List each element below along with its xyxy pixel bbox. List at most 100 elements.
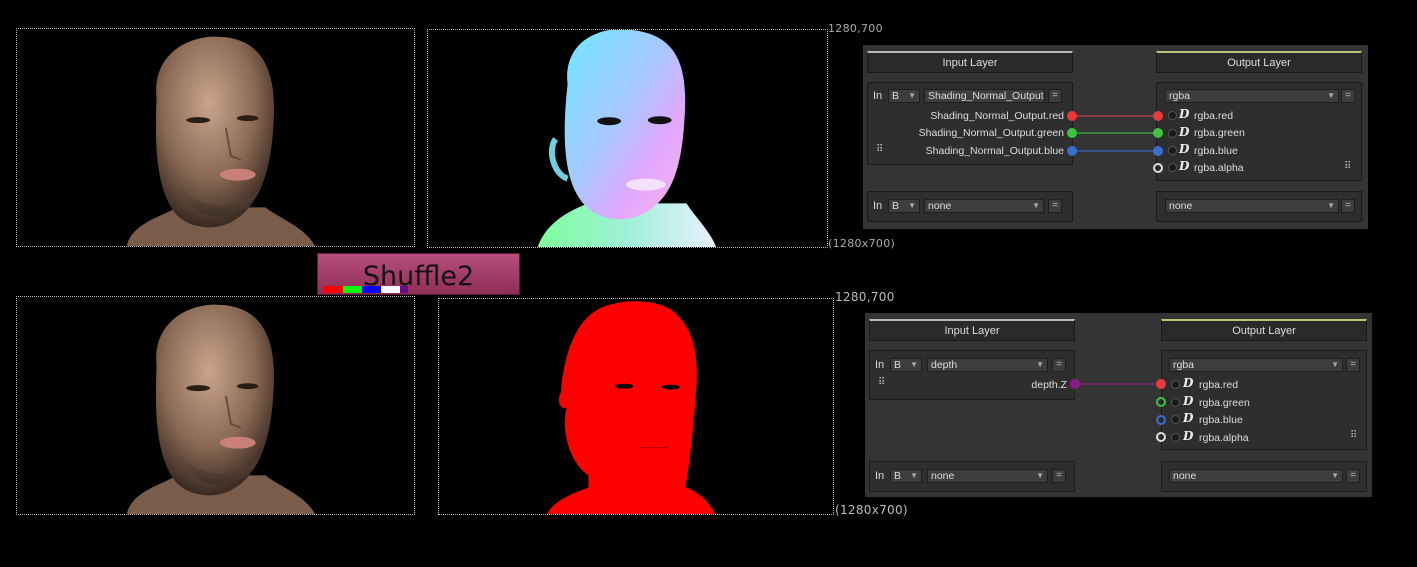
chevron-down-icon: ▼: [1331, 360, 1339, 369]
input-layer-eq-button-2[interactable]: =: [1052, 469, 1066, 483]
in-label: In: [873, 200, 883, 212]
output-layer-value: none: [1173, 470, 1197, 482]
input-channel-red: Shading_Normal_Output.red: [930, 110, 1064, 122]
in-label: In: [873, 90, 883, 102]
b-option-label: B: [892, 90, 900, 102]
swatch-white: [381, 286, 400, 293]
input-b-select-2[interactable]: B ▼: [890, 469, 922, 483]
input-layer-eq-button[interactable]: =: [1048, 89, 1062, 103]
d-channel-icon: D: [1179, 159, 1190, 173]
result-viewer-top[interactable]: [427, 29, 828, 248]
d-channel-icon: D: [1183, 376, 1194, 390]
input-b-select[interactable]: B ▼: [890, 358, 922, 372]
swatch-blue: [362, 286, 381, 293]
viewer-size-label-top: 1280,700: [828, 22, 883, 35]
grip-icon[interactable]: ⠿: [1350, 430, 1357, 441]
in-label: In: [875, 359, 885, 371]
shuffle-panel-top: Input Layer Output Layer In B ▼ Shading_N…: [863, 45, 1368, 229]
d-channel-icon: D: [1183, 429, 1194, 443]
chevron-down-icon: ▼: [1327, 201, 1335, 210]
output-channel-red: rgba.red: [1199, 379, 1239, 391]
grip-icon[interactable]: ⠿: [876, 144, 883, 155]
source-viewer-bottom[interactable]: [16, 296, 415, 515]
grip-icon[interactable]: ⠿: [878, 377, 885, 388]
input-layer-value: depth: [931, 359, 958, 371]
depth-pass-image: [546, 301, 716, 514]
output-channel-alpha: rgba.alpha: [1199, 432, 1249, 444]
input-channel-depth: depth.Z: [1031, 379, 1067, 391]
output-layer-header: Output Layer: [1156, 51, 1362, 73]
chevron-down-icon: ▼: [1331, 471, 1339, 480]
b-option-label: B: [894, 359, 902, 371]
output-layer-select[interactable]: rgba ▼: [1169, 358, 1343, 372]
channel-toggle-dot[interactable]: [1168, 111, 1177, 120]
head-photo-image: [126, 36, 316, 246]
grip-icon[interactable]: ⠿: [1344, 161, 1351, 172]
chevron-down-icon: ▼: [1036, 471, 1044, 480]
input-layer-select[interactable]: Shading_Normal_Output: [924, 89, 1045, 103]
input-layer-select[interactable]: depth ▼: [927, 358, 1048, 372]
input-layer-value: Shading_Normal_Output: [928, 90, 1044, 102]
input-layer-select-2[interactable]: none ▼: [924, 199, 1044, 213]
output-channel-red: rgba.red: [1194, 110, 1234, 122]
result-viewer-bottom[interactable]: [438, 298, 834, 515]
chevron-down-icon: ▼: [910, 360, 918, 369]
channel-toggle-dot[interactable]: [1168, 129, 1177, 138]
viewer-format-label-top: (1280x700): [828, 237, 896, 250]
output-channel-blue: rgba.blue: [1199, 414, 1243, 426]
input-layer-eq-button[interactable]: =: [1052, 358, 1066, 372]
d-channel-icon: D: [1179, 142, 1190, 156]
d-channel-icon: D: [1179, 107, 1190, 121]
output-layer-select-2[interactable]: none ▼: [1169, 469, 1343, 483]
b-option-label: B: [894, 470, 902, 482]
input-channel-green: Shading_Normal_Output.green: [918, 127, 1064, 139]
chevron-down-icon: ▼: [910, 471, 918, 480]
input-layer-header: Input Layer: [867, 51, 1073, 73]
swatch-red: [324, 286, 343, 293]
swatch-green: [343, 286, 362, 293]
input-b-select[interactable]: B ▼: [888, 89, 920, 103]
input-layer-value: none: [928, 200, 952, 212]
d-channel-icon: D: [1183, 411, 1194, 425]
source-viewer-top[interactable]: [16, 28, 415, 247]
chevron-down-icon: ▼: [908, 201, 916, 210]
output-channel-blue: rgba.blue: [1194, 145, 1238, 157]
output-channel-green: rgba.green: [1199, 397, 1250, 409]
channel-toggle-dot[interactable]: [1168, 146, 1177, 155]
channel-toggle-dot[interactable]: [1171, 433, 1180, 442]
output-layer-header: Output Layer: [1161, 319, 1367, 341]
input-layer-value: none: [931, 470, 955, 482]
output-layer-select-2[interactable]: none ▼: [1165, 199, 1339, 213]
normal-pass-image: [537, 30, 717, 247]
output-layer-eq-button-2[interactable]: =: [1346, 469, 1360, 483]
output-layer-value: none: [1169, 200, 1193, 212]
output-layer-eq-button[interactable]: =: [1341, 89, 1355, 103]
in-label: In: [875, 470, 885, 482]
chevron-down-icon: ▼: [908, 91, 916, 100]
head-photo-image: [126, 304, 316, 514]
channel-toggle-dot[interactable]: [1171, 398, 1180, 407]
chevron-down-icon: ▼: [1327, 91, 1335, 100]
output-layer-value: rgba: [1173, 359, 1195, 371]
input-channel-blue: Shading_Normal_Output.blue: [925, 145, 1064, 157]
swatch-purple: [400, 286, 408, 293]
channel-toggle-dot[interactable]: [1168, 163, 1177, 172]
input-layer-header: Input Layer: [869, 319, 1075, 341]
viewer-size-label-bottom: 1280,700: [835, 290, 895, 304]
input-layer-select-2[interactable]: none ▼: [927, 469, 1048, 483]
channel-toggle-dot[interactable]: [1171, 380, 1180, 389]
output-layer-value: rgba: [1169, 90, 1191, 102]
output-layer-eq-button[interactable]: =: [1346, 358, 1360, 372]
d-channel-icon: D: [1179, 125, 1190, 139]
output-layer-select[interactable]: rgba ▼: [1165, 89, 1339, 103]
output-channel-green: rgba.green: [1194, 127, 1245, 139]
input-b-select-2[interactable]: B ▼: [888, 199, 920, 213]
shuffle2-node[interactable]: Shuffle2: [317, 253, 520, 295]
shuffle-panel-bottom: Input Layer Output Layer In B ▼ depth ▼ = …: [865, 313, 1372, 497]
viewer-format-label-bottom: (1280x700): [835, 503, 908, 517]
input-layer-eq-button-2[interactable]: =: [1048, 199, 1062, 213]
output-channel-alpha: rgba.alpha: [1194, 162, 1244, 174]
channel-toggle-dot[interactable]: [1171, 415, 1180, 424]
chevron-down-icon: ▼: [1036, 360, 1044, 369]
output-layer-eq-button-2[interactable]: =: [1341, 199, 1355, 213]
